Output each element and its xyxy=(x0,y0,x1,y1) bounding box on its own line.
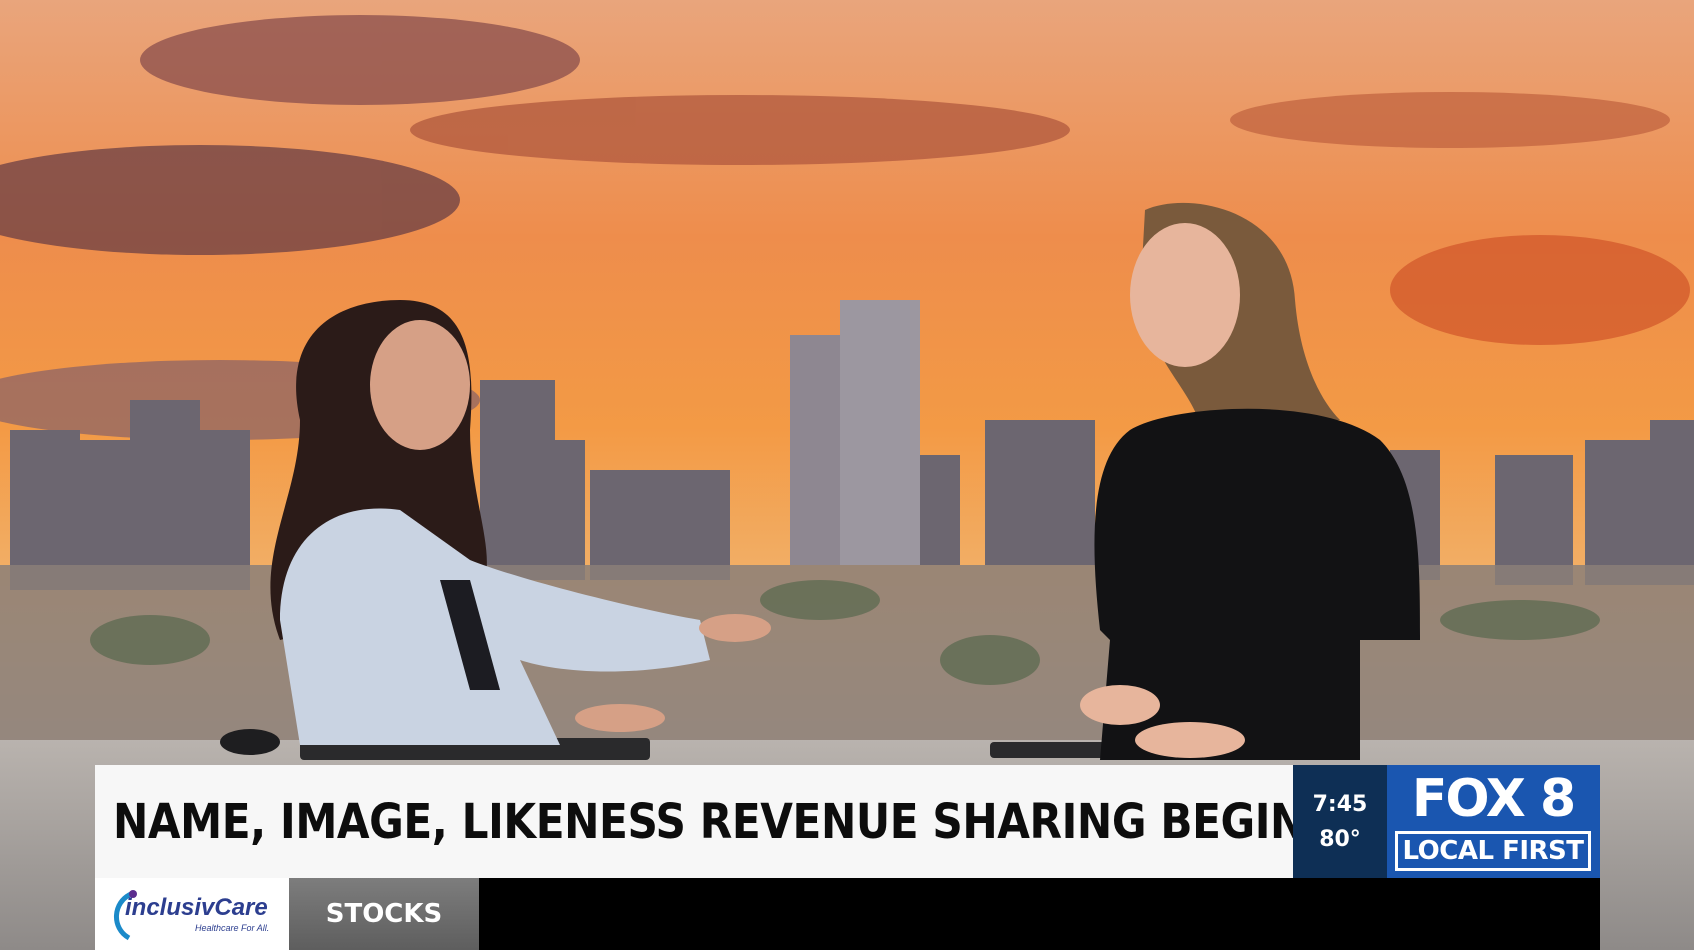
ticker-section-label: STOCKS xyxy=(289,878,479,950)
clock-time: 7:45 xyxy=(1312,791,1368,817)
sponsor-name: inclusivCare xyxy=(125,894,268,921)
logo-main-text: FOX 8 xyxy=(1411,769,1576,829)
sponsor-tagline: Healthcare For All. xyxy=(195,923,270,933)
headline-bar: NAME, IMAGE, LIKENESS REVENUE SHARING BE… xyxy=(95,765,1335,878)
mouse xyxy=(220,729,280,755)
logo-tagline: LOCAL FIRST xyxy=(1395,831,1591,871)
lower-third: NAME, IMAGE, LIKENESS REVENUE SHARING BE… xyxy=(95,765,1600,950)
time-temperature-box: 7:45 80° xyxy=(1293,765,1387,878)
logo-wordmark: FOX 8 xyxy=(1395,769,1591,829)
ticker-bar: inclusivCare Healthcare For All. STOCKS xyxy=(95,878,1600,950)
station-logo: FOX 8 LOCAL FIRST xyxy=(1387,765,1600,878)
temperature: 80° xyxy=(1319,826,1361,852)
broadcast-frame: NAME, IMAGE, LIKENESS REVENUE SHARING BE… xyxy=(0,0,1694,950)
sponsor-logo: inclusivCare Healthcare For All. xyxy=(95,878,289,950)
headline: NAME, IMAGE, LIKENESS REVENUE SHARING BE… xyxy=(113,793,1335,850)
